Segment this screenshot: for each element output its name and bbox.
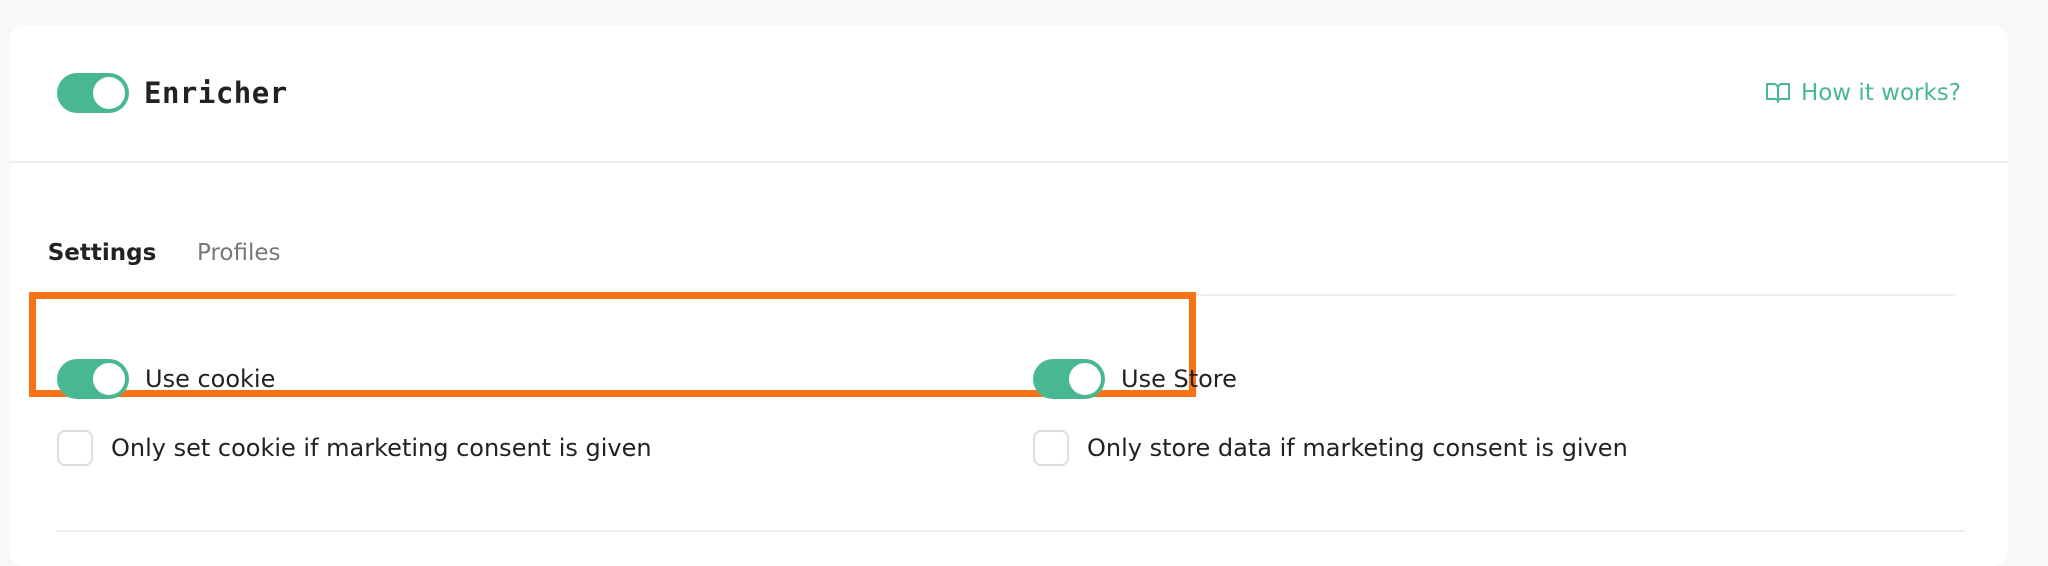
tab-settings[interactable]: Settings	[47, 238, 157, 296]
use-cookie-toggle[interactable]	[57, 359, 129, 399]
store-consent-row: Only store data if marketing consent is …	[1033, 430, 1628, 466]
use-store-row: Use Store	[1033, 359, 1237, 399]
use-cookie-row: Use cookie	[57, 359, 275, 399]
use-store-toggle[interactable]	[1033, 359, 1105, 399]
book-open-icon	[1765, 81, 1791, 105]
toggle-knob	[93, 363, 125, 395]
cookie-consent-row: Only set cookie if marketing consent is …	[57, 430, 652, 466]
section-divider	[57, 530, 1965, 532]
cookie-consent-label: Only set cookie if marketing consent is …	[111, 434, 652, 462]
tab-profiles[interactable]: Profiles	[197, 238, 281, 268]
cookie-consent-checkbox[interactable]	[57, 430, 93, 466]
use-store-label: Use Store	[1121, 365, 1237, 393]
card-header: Enricher How it works?	[10, 26, 2008, 163]
plugin-title: Enricher	[144, 76, 288, 110]
tab-bar: Settings Profiles	[47, 212, 1955, 296]
use-cookie-label: Use cookie	[145, 365, 276, 393]
enricher-enable-toggle[interactable]	[57, 73, 129, 113]
how-it-works-label: How it works?	[1800, 80, 1961, 106]
how-it-works-link[interactable]: How it works?	[1765, 78, 1961, 108]
toggle-knob	[93, 77, 125, 109]
store-consent-checkbox[interactable]	[1033, 430, 1069, 466]
toggle-knob	[1069, 363, 1101, 395]
store-consent-label: Only store data if marketing consent is …	[1087, 434, 1628, 462]
